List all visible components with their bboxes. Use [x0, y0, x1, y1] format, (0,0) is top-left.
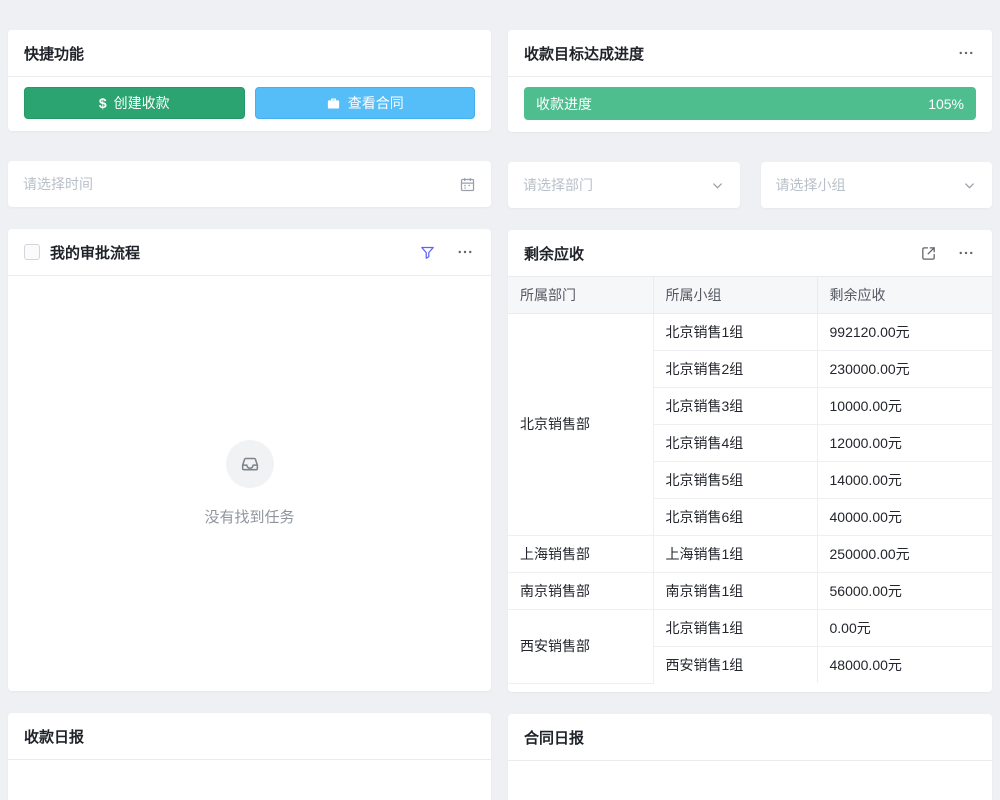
department-placeholder: 请选择部门	[523, 175, 593, 195]
approval-empty-state: 没有找到任务	[8, 276, 491, 691]
payment-progress-bar: 收款进度 105%	[524, 87, 976, 120]
progress-container: 收款进度 105%	[508, 77, 992, 132]
group-cell: 南京销售1组	[653, 572, 817, 609]
table-row: 南京销售部 南京销售1组 56000.00元	[508, 572, 992, 609]
calendar-icon	[459, 176, 476, 193]
time-select-input[interactable]: 请选择时间	[8, 161, 491, 207]
dept-cell: 上海销售部	[508, 535, 653, 572]
open-external-icon[interactable]	[918, 243, 938, 263]
col-header-dept: 所属部门	[508, 277, 653, 313]
approval-header: 我的审批流程	[8, 229, 491, 276]
group-cell: 北京销售4组	[653, 424, 817, 461]
contract-daily-header: 合同日报	[508, 714, 992, 761]
progress-header: 收款目标达成进度	[508, 30, 992, 77]
amount-cell: 230000.00元	[817, 350, 992, 387]
empty-inbox-icon	[226, 440, 274, 488]
quick-actions: $ 创建收款 查看合同	[8, 77, 491, 131]
payment-daily-card: 收款日报	[8, 713, 491, 800]
group-cell: 西安销售1组	[653, 646, 817, 683]
table-row: 北京销售部 北京销售1组 992120.00元	[508, 313, 992, 350]
amount-cell: 10000.00元	[817, 387, 992, 424]
filter-icon[interactable]	[417, 242, 437, 262]
dept-group-filter-row: 请选择部门 请选择小组	[508, 162, 992, 208]
progress-label: 收款进度	[536, 94, 592, 114]
card-title: 合同日报	[524, 727, 584, 748]
table-row: 西安销售部 北京销售1组 0.00元	[508, 609, 992, 646]
amount-cell: 12000.00元	[817, 424, 992, 461]
contract-daily-card: 合同日报	[508, 714, 992, 800]
col-header-amount: 剩余应收	[817, 277, 992, 313]
quick-functions-header: 快捷功能	[8, 30, 491, 77]
briefcase-icon	[326, 96, 341, 111]
right-column: 收款目标达成进度 收款进度 105% 请选择部门	[508, 30, 992, 800]
amount-cell: 992120.00元	[817, 313, 992, 350]
dept-cell: 南京销售部	[508, 572, 653, 609]
col-header-group: 所属小组	[653, 277, 817, 313]
table-header-row: 所属部门 所属小组 剩余应收	[508, 277, 992, 313]
progress-header-actions	[956, 43, 976, 63]
department-select[interactable]: 请选择部门	[508, 162, 740, 208]
group-cell: 北京销售1组	[653, 609, 817, 646]
group-cell: 北京销售5组	[653, 461, 817, 498]
group-select[interactable]: 请选择小组	[761, 162, 993, 208]
amount-cell: 14000.00元	[817, 461, 992, 498]
more-options-icon[interactable]	[455, 242, 475, 262]
select-all-checkbox[interactable]	[24, 244, 40, 260]
payment-daily-header: 收款日报	[8, 713, 491, 760]
dept-cell: 西安销售部	[508, 609, 653, 683]
dashboard-page: 快捷功能 $ 创建收款 查看合同 请选择时间	[0, 0, 1000, 800]
chevron-down-icon	[710, 178, 725, 193]
card-title: 收款日报	[24, 726, 84, 747]
progress-card: 收款目标达成进度 收款进度 105%	[508, 30, 992, 132]
empty-state-text: 没有找到任务	[204, 506, 294, 527]
left-column: 快捷功能 $ 创建收款 查看合同 请选择时间	[8, 30, 491, 800]
card-title: 收款目标达成进度	[524, 43, 644, 64]
amount-cell: 0.00元	[817, 609, 992, 646]
group-cell: 北京销售3组	[653, 387, 817, 424]
card-title: 剩余应收	[524, 243, 584, 264]
more-options-icon[interactable]	[956, 243, 976, 263]
time-placeholder: 请选择时间	[23, 174, 93, 194]
dept-cell: 北京销售部	[508, 313, 653, 535]
chevron-down-icon	[962, 178, 977, 193]
amount-cell: 56000.00元	[817, 572, 992, 609]
group-cell: 北京销售6组	[653, 498, 817, 535]
amount-cell: 250000.00元	[817, 535, 992, 572]
approval-header-actions	[417, 242, 475, 262]
group-placeholder: 请选择小组	[776, 175, 846, 195]
receivables-card: 剩余应收 所属部门 所属小组 剩余应收	[508, 230, 992, 692]
card-title: 快捷功能	[24, 43, 84, 64]
table-row: 上海销售部 上海销售1组 250000.00元	[508, 535, 992, 572]
receivables-table: 所属部门 所属小组 剩余应收 北京销售部 北京销售1组 992120.00元 北…	[508, 277, 992, 684]
receivables-header-actions	[918, 243, 976, 263]
amount-cell: 48000.00元	[817, 646, 992, 683]
quick-functions-card: 快捷功能 $ 创建收款 查看合同	[8, 30, 491, 131]
group-cell: 北京销售2组	[653, 350, 817, 387]
progress-value: 105%	[928, 96, 964, 112]
group-cell: 北京销售1组	[653, 313, 817, 350]
group-cell: 上海销售1组	[653, 535, 817, 572]
receivables-header: 剩余应收	[508, 230, 992, 277]
card-title: 我的审批流程	[50, 242, 140, 263]
view-contract-label: 查看合同	[348, 93, 404, 113]
more-options-icon[interactable]	[956, 43, 976, 63]
create-payment-button[interactable]: $ 创建收款	[24, 87, 245, 119]
approval-process-card: 我的审批流程 没有找到任务	[8, 229, 491, 691]
time-filter-row: 请选择时间	[8, 161, 491, 207]
dollar-icon: $	[99, 95, 107, 111]
amount-cell: 40000.00元	[817, 498, 992, 535]
view-contract-button[interactable]: 查看合同	[255, 87, 476, 119]
create-payment-label: 创建收款	[114, 93, 170, 113]
